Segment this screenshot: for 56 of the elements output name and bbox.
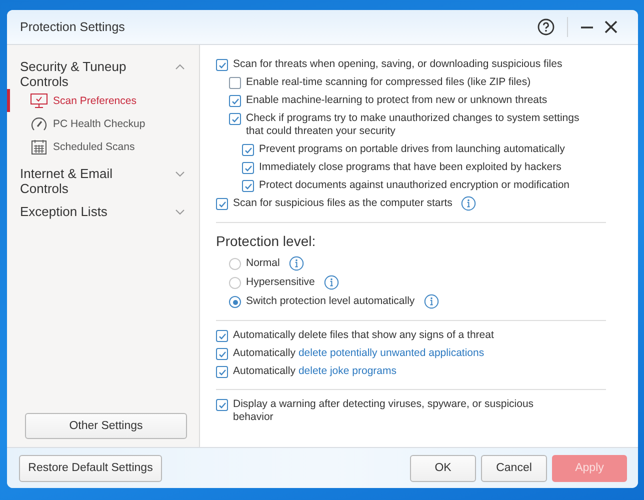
option-label: Prevent programs on portable drives from launching automatically bbox=[259, 143, 565, 156]
checkbox[interactable] bbox=[216, 399, 228, 411]
sidebar-item[interactable]: PC Health Checkup bbox=[7, 112, 199, 135]
radio-button[interactable] bbox=[229, 258, 241, 270]
option-label: Scan for threats when opening, saving, or downloading suspicious files bbox=[233, 58, 562, 71]
close-icon[interactable] bbox=[604, 20, 618, 34]
checkbox[interactable] bbox=[242, 162, 254, 174]
info-icon[interactable] bbox=[288, 256, 304, 271]
checkbox[interactable] bbox=[216, 330, 228, 342]
other-settings-button[interactable]: Other Settings bbox=[25, 413, 187, 439]
option-label: Normal bbox=[246, 257, 280, 270]
window-title: Protection Settings bbox=[20, 20, 125, 34]
restore-defaults-button[interactable]: Restore Default Settings bbox=[19, 454, 162, 482]
option-label: Protect documents against unauthorized encryption or modification bbox=[259, 179, 570, 192]
option-label: Display a warning after detecting viruses, spyware, or suspicious behavior bbox=[233, 398, 535, 424]
checkbox[interactable] bbox=[216, 366, 228, 378]
sidebar-item[interactable]: Scheduled Scans bbox=[7, 135, 199, 158]
sidebar-item[interactable]: Scan Preferences bbox=[7, 89, 199, 112]
sidebar-group-header[interactable]: Security & Tuneup Controls bbox=[7, 59, 199, 89]
option-label: Check if programs try to make unauthorized changes to system settings that could threaten your security bbox=[246, 112, 580, 138]
checkbox[interactable] bbox=[229, 95, 241, 107]
option-label: Enable machine-learning to protect from new or unknown threats bbox=[246, 94, 548, 107]
checkbox[interactable] bbox=[216, 198, 228, 210]
monitor-icon bbox=[30, 92, 48, 108]
sidebar-group-header[interactable]: Internet & Email Controls bbox=[7, 166, 199, 196]
option-label: Immediately close programs that have been exploited by hackers bbox=[259, 161, 562, 174]
checkbox[interactable] bbox=[229, 113, 241, 125]
ok-button[interactable]: OK bbox=[410, 454, 476, 482]
checkbox[interactable] bbox=[216, 59, 228, 71]
option-label: Enable real-time scanning for compressed files (like ZIP files) bbox=[246, 76, 531, 89]
checkbox[interactable] bbox=[242, 144, 254, 156]
radio-button[interactable] bbox=[229, 296, 241, 308]
gauge-icon bbox=[30, 116, 48, 132]
option-link[interactable]: delete potentially unwanted applications bbox=[298, 347, 484, 359]
chevron-icon bbox=[175, 171, 185, 177]
option-label: Automatically delete files that show any signs of a threat bbox=[233, 329, 494, 342]
option-label: Automatically delete potentially unwanted applications bbox=[233, 347, 484, 360]
info-icon[interactable] bbox=[461, 196, 476, 211]
checkbox[interactable] bbox=[229, 77, 241, 89]
info-icon[interactable] bbox=[424, 294, 439, 309]
option-label: Scan for suspicious files as the computer starts bbox=[233, 197, 452, 210]
info-icon[interactable] bbox=[324, 275, 339, 290]
option-link[interactable]: delete joke programs bbox=[298, 365, 397, 377]
cancel-button[interactable]: Cancel bbox=[481, 454, 547, 482]
radio-button[interactable] bbox=[229, 277, 241, 289]
option-label: Automatically delete joke programs bbox=[233, 365, 397, 378]
section-title: Protection level: bbox=[216, 233, 317, 249]
checkbox[interactable] bbox=[216, 348, 228, 360]
option-label: Hypersensitive bbox=[246, 276, 315, 289]
checkbox[interactable] bbox=[242, 180, 254, 192]
chevron-icon bbox=[175, 209, 185, 215]
help-icon[interactable] bbox=[537, 18, 555, 36]
calendar-icon bbox=[30, 138, 48, 154]
sidebar-group-header[interactable]: Exception Lists bbox=[7, 204, 199, 219]
chevron-icon bbox=[175, 64, 185, 70]
option-label: Switch protection level automatically bbox=[246, 295, 415, 308]
